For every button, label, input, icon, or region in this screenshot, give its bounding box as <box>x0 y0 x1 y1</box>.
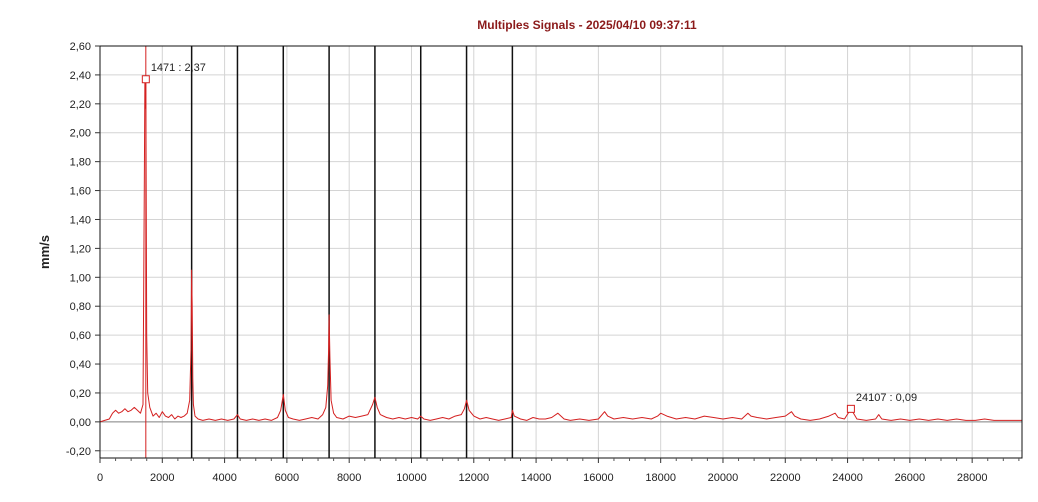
y-axis-label: mm/s <box>37 235 52 269</box>
marker-label: 1471 : 2,37 <box>151 62 206 74</box>
x-tick-label: 14000 <box>521 472 552 484</box>
y-tick-label: 1,60 <box>70 186 91 198</box>
y-tick-label: 1,00 <box>70 272 91 284</box>
y-tick-label: -0,20 <box>66 446 91 458</box>
x-tick-label: 2000 <box>150 472 174 484</box>
y-tick-label: 0,80 <box>70 301 91 313</box>
x-tick-label: 12000 <box>458 472 489 484</box>
x-tick-label: 4000 <box>212 472 236 484</box>
x-tick-label: 26000 <box>895 472 926 484</box>
y-tick-label: 0,40 <box>70 359 91 371</box>
x-tick-label: 18000 <box>645 472 676 484</box>
y-tick-label: 1,20 <box>70 243 91 255</box>
x-tick-label: 24000 <box>832 472 863 484</box>
y-tick-label: 2,40 <box>70 70 91 82</box>
x-tick-label: 10000 <box>396 472 427 484</box>
y-tick-label: 2,00 <box>70 128 91 140</box>
x-tick-label: 16000 <box>583 472 614 484</box>
chart-title: Multiples Signals - 2025/04/10 09:37:11 <box>477 18 697 32</box>
y-tick-label: 1,80 <box>70 157 91 169</box>
y-tick-label: 1,40 <box>70 214 91 226</box>
y-tick-label: 0,60 <box>70 330 91 342</box>
peak-marker <box>141 75 150 84</box>
y-tick-label: 0,20 <box>70 388 91 400</box>
marker-label: 24107 : 0,09 <box>856 392 917 404</box>
x-tick-label: 22000 <box>770 472 801 484</box>
x-tick-label: 20000 <box>708 472 739 484</box>
x-tick-label: 6000 <box>275 472 299 484</box>
y-tick-label: 2,20 <box>70 99 91 111</box>
y-tick-label: 2,60 <box>70 41 91 53</box>
spectrum-chart: Multiples Signals - 2025/04/10 09:37:11 … <box>37 18 1023 484</box>
x-tick-label: 0 <box>97 472 103 484</box>
x-tick-label: 28000 <box>957 472 988 484</box>
y-tick-label: 0,00 <box>70 417 91 429</box>
x-tick-label: 8000 <box>337 472 361 484</box>
peak-marker <box>846 404 855 413</box>
